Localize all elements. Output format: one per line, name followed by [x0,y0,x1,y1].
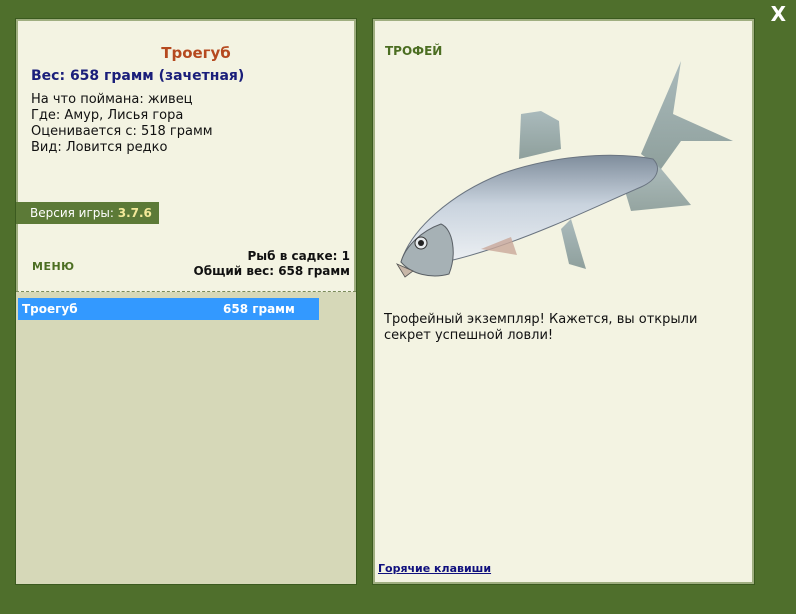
list-item-name: Троегуб [22,302,78,316]
fish-info-panel: Троегуб Вес: 658 грамм (зачетная) На что… [16,19,356,584]
version-badge: Версия игры: 3.7.6 [16,202,159,224]
threshold-info: Оценивается с: 518 грамм [31,124,213,139]
fish-count: Рыб в садке: 1 [247,249,351,263]
fish-detail-panel: ТРОФЕЙ Трофейный экземпляр! Кажется, вы … [373,19,754,584]
trophy-description: Трофейный экземпляр! Кажется, вы открыли… [384,312,698,343]
fish-title: Троегуб [161,44,231,62]
hotkeys-link[interactable]: Горячие клавиши [378,562,491,575]
version-label: Версия игры: [30,206,114,220]
fish-image [395,61,733,278]
bait-info: На что поймана: живец [31,92,193,107]
list-item-weight: 658 грамм [223,302,295,316]
trophy-label: ТРОФЕЙ [385,44,443,58]
version-value: 3.7.6 [117,206,152,220]
kind-info: Вид: Ловится редко [31,140,168,155]
catch-list: Троегуб 658 грамм [16,292,356,584]
location-info: Где: Амур, Лисья гора [31,108,184,123]
list-item[interactable]: Троегуб 658 грамм [18,298,319,320]
fish-weight: Вес: 658 грамм (зачетная) [31,68,245,84]
menu-button[interactable]: МЕНЮ [32,260,75,273]
total-weight: Общий вес: 658 грамм [193,264,350,278]
close-button[interactable]: X [771,2,786,26]
